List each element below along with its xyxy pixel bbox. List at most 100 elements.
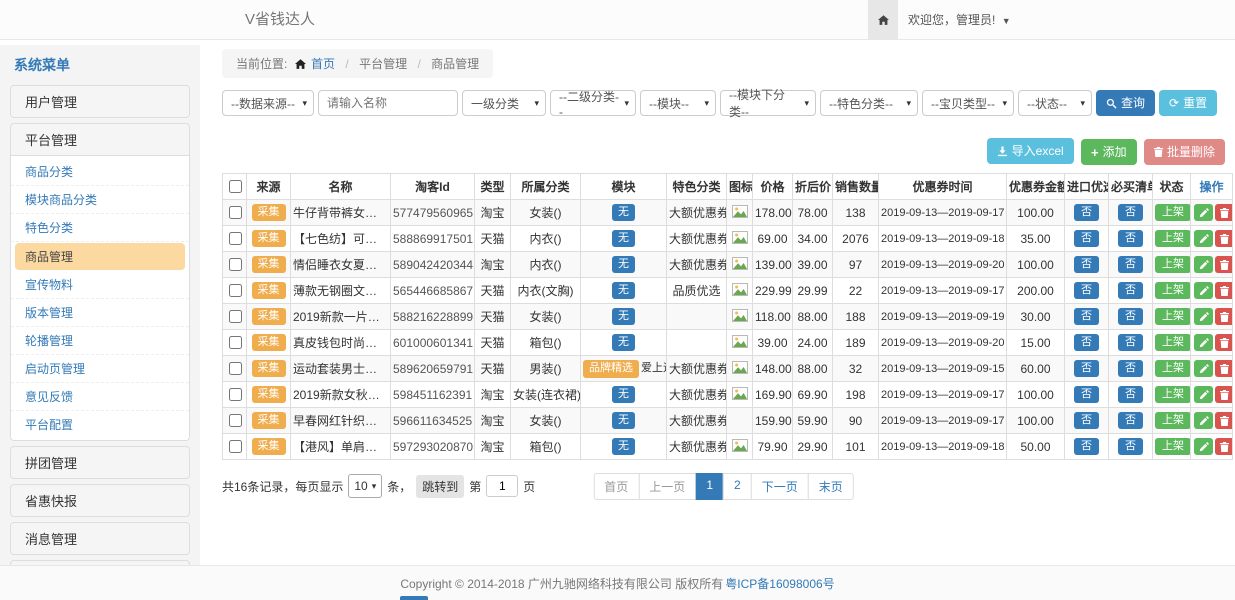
- import-select-toggle[interactable]: 否: [1074, 334, 1099, 352]
- import-select-toggle[interactable]: 否: [1074, 412, 1099, 430]
- edit-button[interactable]: [1194, 256, 1213, 273]
- row-checkbox[interactable]: [229, 336, 242, 349]
- filter-select[interactable]: --二级分类--▾: [550, 90, 636, 116]
- row-checkbox[interactable]: [229, 232, 242, 245]
- sidebar-item[interactable]: 版本管理: [11, 299, 189, 327]
- import-select-toggle[interactable]: 否: [1074, 204, 1099, 222]
- sidebar-item[interactable]: 启动页管理: [11, 355, 189, 383]
- delete-button[interactable]: [1215, 256, 1233, 273]
- must-buy-toggle[interactable]: 否: [1118, 334, 1143, 352]
- sidebar-item[interactable]: 意见反馈: [11, 383, 189, 411]
- search-button[interactable]: 查询: [1096, 90, 1155, 116]
- module-badge[interactable]: 无: [612, 308, 635, 326]
- import-select-toggle[interactable]: 否: [1074, 360, 1099, 378]
- breadcrumb-home-link[interactable]: 首页: [311, 57, 335, 71]
- page-button[interactable]: 末页: [808, 473, 854, 500]
- status-button[interactable]: 上架: [1155, 230, 1191, 248]
- page-button[interactable]: 上一页: [638, 473, 696, 500]
- must-buy-toggle[interactable]: 否: [1118, 412, 1143, 430]
- select-all-checkbox[interactable]: [229, 180, 242, 193]
- module-badge[interactable]: 无: [612, 204, 635, 222]
- sidebar-group[interactable]: 消息管理: [10, 522, 190, 555]
- delete-button[interactable]: [1215, 230, 1233, 247]
- filter-select[interactable]: --特色分类--▾: [820, 90, 918, 116]
- page-button[interactable]: 2: [723, 473, 752, 500]
- must-buy-toggle[interactable]: 否: [1118, 360, 1143, 378]
- add-button[interactable]: + 添加: [1081, 139, 1137, 165]
- batch-delete-button[interactable]: 批量删除: [1144, 139, 1225, 165]
- row-checkbox[interactable]: [229, 362, 242, 375]
- home-button[interactable]: [868, 0, 898, 39]
- filter-select[interactable]: --数据来源--▾: [222, 90, 314, 116]
- module-badge[interactable]: 无: [612, 256, 635, 274]
- module-badge[interactable]: 无: [612, 412, 635, 430]
- name-input[interactable]: [318, 90, 458, 116]
- edit-button[interactable]: [1194, 386, 1213, 403]
- edit-button[interactable]: [1194, 334, 1213, 351]
- row-checkbox[interactable]: [229, 440, 242, 453]
- import-select-toggle[interactable]: 否: [1074, 386, 1099, 404]
- delete-button[interactable]: [1215, 438, 1233, 455]
- sidebar-item[interactable]: 模块商品分类: [11, 186, 189, 214]
- must-buy-toggle[interactable]: 否: [1118, 308, 1143, 326]
- status-button[interactable]: 上架: [1155, 204, 1191, 222]
- filter-select[interactable]: --宝贝类型--▾: [922, 90, 1014, 116]
- sidebar-item[interactable]: 平台配置: [11, 411, 189, 438]
- must-buy-toggle[interactable]: 否: [1118, 204, 1143, 222]
- delete-button[interactable]: [1215, 334, 1233, 351]
- sidebar-group[interactable]: 平台管理: [10, 123, 190, 156]
- must-buy-toggle[interactable]: 否: [1118, 386, 1143, 404]
- edit-button[interactable]: [1194, 230, 1213, 247]
- import-select-toggle[interactable]: 否: [1074, 256, 1099, 274]
- must-buy-toggle[interactable]: 否: [1118, 438, 1143, 456]
- must-buy-toggle[interactable]: 否: [1118, 282, 1143, 300]
- status-button[interactable]: 上架: [1155, 256, 1191, 274]
- sidebar-group[interactable]: 拼团管理: [10, 446, 190, 479]
- edit-button[interactable]: [1194, 204, 1213, 221]
- delete-button[interactable]: [1215, 386, 1233, 403]
- filter-select[interactable]: --状态--▾: [1018, 90, 1092, 116]
- reset-button[interactable]: ⟳ 重置: [1159, 90, 1217, 116]
- status-button[interactable]: 上架: [1155, 438, 1191, 456]
- sidebar-item[interactable]: 宣传物料: [11, 271, 189, 299]
- import-select-toggle[interactable]: 否: [1074, 282, 1099, 300]
- must-buy-toggle[interactable]: 否: [1118, 256, 1143, 274]
- row-checkbox[interactable]: [229, 206, 242, 219]
- edit-button[interactable]: [1194, 412, 1213, 429]
- sidebar-group[interactable]: 用户管理: [10, 85, 190, 118]
- edit-button[interactable]: [1194, 308, 1213, 325]
- icp-link[interactable]: 粤ICP备16098006号: [725, 575, 834, 592]
- filter-select[interactable]: --模块下分类--▾: [720, 90, 816, 116]
- delete-button[interactable]: [1215, 360, 1233, 377]
- module-badge[interactable]: 无: [612, 438, 635, 456]
- edit-button[interactable]: [1194, 438, 1213, 455]
- row-checkbox[interactable]: [229, 388, 242, 401]
- sidebar-item[interactable]: 轮播管理: [11, 327, 189, 355]
- status-button[interactable]: 上架: [1155, 334, 1191, 352]
- row-checkbox[interactable]: [229, 310, 242, 323]
- import-select-toggle[interactable]: 否: [1074, 438, 1099, 456]
- sidebar-item[interactable]: 特色分类: [11, 214, 189, 242]
- edit-button[interactable]: [1194, 360, 1213, 377]
- module-badge[interactable]: 无: [612, 386, 635, 404]
- row-checkbox[interactable]: [229, 258, 242, 271]
- delete-button[interactable]: [1215, 204, 1233, 221]
- sidebar-item[interactable]: 商品分类: [11, 158, 189, 186]
- delete-button[interactable]: [1215, 412, 1233, 429]
- status-button[interactable]: 上架: [1155, 386, 1191, 404]
- status-button[interactable]: 上架: [1155, 360, 1191, 378]
- status-button[interactable]: 上架: [1155, 282, 1191, 300]
- page-button[interactable]: 首页: [593, 473, 639, 500]
- status-button[interactable]: 上架: [1155, 412, 1191, 430]
- sidebar-group[interactable]: 省惠快报: [10, 484, 190, 517]
- delete-button[interactable]: [1215, 282, 1233, 299]
- filter-select[interactable]: 一级分类▾: [462, 90, 546, 116]
- page-input[interactable]: [486, 475, 518, 497]
- delete-button[interactable]: [1215, 308, 1233, 325]
- module-badge[interactable]: 无: [612, 334, 635, 352]
- page-button[interactable]: 下一页: [751, 473, 809, 500]
- must-buy-toggle[interactable]: 否: [1118, 230, 1143, 248]
- row-checkbox[interactable]: [229, 414, 242, 427]
- module-badge[interactable]: 品牌精选: [583, 360, 639, 378]
- module-badge[interactable]: 无: [612, 230, 635, 248]
